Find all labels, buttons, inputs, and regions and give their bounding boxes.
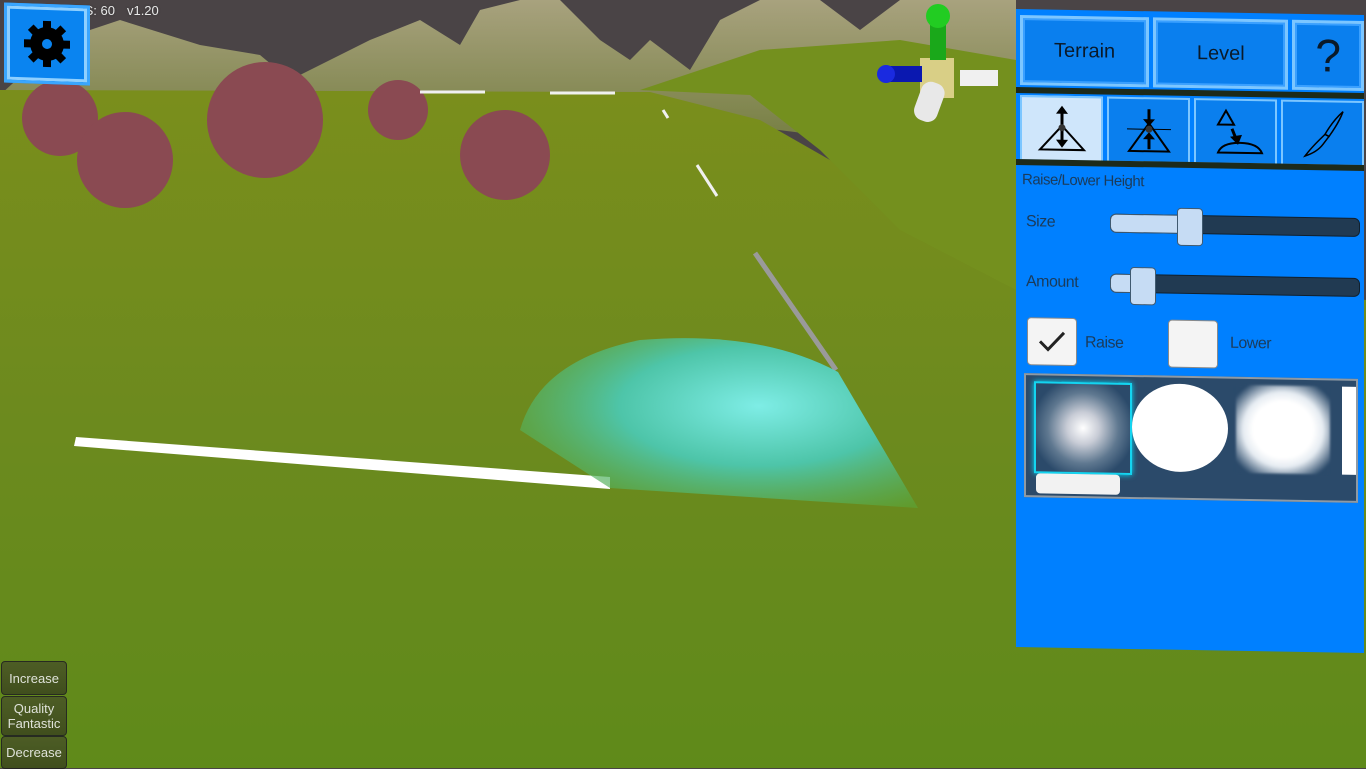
settings-button[interactable] <box>4 2 90 86</box>
tab-row: Terrain Level ? <box>1020 15 1364 92</box>
smooth-icon <box>1215 108 1263 155</box>
tab-level-label: Level <box>1196 41 1245 65</box>
brush-partial[interactable] <box>1342 386 1356 475</box>
decrease-quality-button[interactable]: Decrease <box>1 736 67 769</box>
flatten-icon <box>1126 109 1171 153</box>
tab-terrain-label: Terrain <box>1054 39 1116 63</box>
tab-terrain[interactable]: Terrain <box>1020 15 1150 88</box>
brush-hard-round[interactable] <box>1132 382 1228 473</box>
lower-label: Lower <box>1230 334 1272 353</box>
help-button[interactable]: ? <box>1292 19 1364 92</box>
tool-smooth[interactable] <box>1194 98 1277 166</box>
amount-slider[interactable] <box>1110 266 1360 306</box>
quality-label: Quality <box>13 701 55 716</box>
size-slider-thumb[interactable] <box>1177 207 1204 247</box>
paintbrush-icon <box>1302 111 1344 158</box>
help-label: ? <box>1315 29 1341 82</box>
quality-display: Quality Fantastic <box>1 696 67 736</box>
terrain-tools-panel: Terrain Level ? Raise/Lower Height Size … <box>1016 8 1364 654</box>
increase-quality-button[interactable]: Increase <box>1 661 67 695</box>
size-slider[interactable] <box>1110 207 1360 247</box>
brush-soft-square[interactable] <box>1236 384 1330 475</box>
gear-icon <box>24 20 70 68</box>
amount-label: Amount <box>1026 273 1079 292</box>
lower-checkbox[interactable] <box>1168 319 1218 369</box>
brush-soft-round[interactable] <box>1034 381 1132 475</box>
increase-label: Increase <box>9 670 59 686</box>
section-title: Raise/Lower Height <box>1022 171 1144 191</box>
decrease-label: Decrease <box>6 745 62 760</box>
version-label: v1.20 <box>126 3 159 18</box>
checkmark-icon <box>1038 331 1066 352</box>
tab-level[interactable]: Level <box>1153 17 1289 90</box>
size-label: Size <box>1026 213 1056 231</box>
brush-scrollbar[interactable] <box>1036 473 1120 495</box>
tool-raise-lower[interactable] <box>1020 95 1103 163</box>
amount-slider-thumb[interactable] <box>1130 266 1157 306</box>
tool-flatten[interactable] <box>1107 96 1190 164</box>
raise-checkbox[interactable] <box>1027 317 1077 367</box>
tool-paint[interactable] <box>1281 99 1364 168</box>
raise-lower-icon <box>1037 105 1086 152</box>
raise-label: Raise <box>1085 334 1124 352</box>
brush-selector <box>1024 373 1358 503</box>
quality-value: Fantastic <box>7 716 61 731</box>
tool-row <box>1020 95 1364 168</box>
